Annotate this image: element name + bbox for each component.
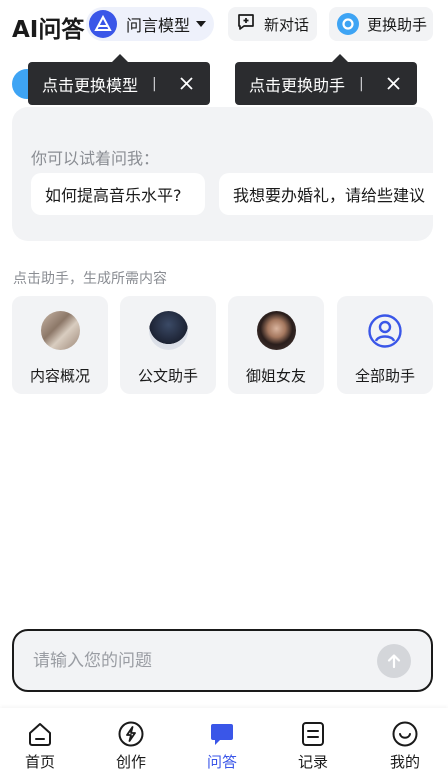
switch-assistant-label: 更换助手 [367, 15, 428, 34]
suggestion-card: 你可以试着问我： 如何提高音乐水平? 我想要办婚礼，请给些建议 [12, 107, 433, 241]
user-circle-icon [366, 311, 405, 350]
assistant-logo-icon [337, 13, 359, 35]
assistant-name: 公文助手 [137, 367, 198, 385]
nav-qa[interactable]: 问答 [192, 720, 252, 772]
assistant-tooltip-text: 点击更换助手 [249, 75, 346, 95]
content-avatar [40, 311, 80, 350]
close-icon[interactable] [179, 76, 194, 91]
new-chat-label: 新对话 [264, 15, 310, 34]
nav-label: 我的 [389, 753, 420, 771]
nav-records[interactable]: 记录 [283, 720, 343, 772]
arrow-up-icon [387, 654, 401, 669]
chat-plus-icon [236, 12, 256, 36]
model-logo-icon [89, 10, 117, 38]
lightning-icon [118, 721, 144, 747]
document-avatar [148, 311, 188, 350]
app-title: AI问答 [12, 17, 85, 43]
assistant-card-document[interactable]: 公文助手 [120, 296, 216, 394]
header: AI问答 问言模型 新对话 更换助手 [0, 0, 448, 50]
assistant-card-all[interactable]: 全部助手 [337, 296, 433, 394]
nav-home[interactable]: 首页 [10, 720, 70, 772]
suggestion-chip[interactable]: 我想要办婚礼，请给些建议 [219, 173, 433, 215]
suggestion-chip[interactable]: 如何提高音乐水平? [31, 173, 205, 215]
close-icon[interactable] [386, 76, 401, 91]
caret-down-icon [196, 21, 207, 27]
model-selector[interactable]: 问言模型 [86, 7, 214, 41]
nav-label: 创作 [115, 753, 146, 771]
tooltip-separator: | [359, 75, 364, 92]
home-icon [29, 723, 51, 746]
assistant-card-girlfriend[interactable]: 御姐女友 [228, 296, 324, 394]
question-input[interactable] [33, 649, 363, 673]
switch-assistant-button[interactable]: 更换助手 [329, 7, 433, 41]
question-input-box [12, 629, 433, 692]
assistant-name: 全部助手 [354, 367, 415, 385]
nav-profile[interactable]: 我的 [375, 720, 435, 772]
send-button[interactable] [377, 644, 411, 678]
assistant-name: 内容概况 [29, 367, 90, 385]
model-tooltip-text: 点击更换模型 [42, 75, 139, 95]
smile-icon [392, 721, 418, 747]
nav-label: 记录 [297, 753, 328, 771]
model-label: 问言模型 [126, 16, 191, 35]
bottom-nav: 首页 创作 问答 记录 我的 [0, 708, 448, 774]
nav-label: 问答 [206, 753, 237, 771]
new-chat-button[interactable]: 新对话 [228, 7, 317, 41]
assistant-name: 御姐女友 [245, 367, 306, 385]
assistant-tooltip: 点击更换助手 | [235, 54, 417, 105]
model-tooltip: 点击更换模型 | [28, 54, 210, 105]
chat-bubble-icon [211, 724, 233, 745]
tooltip-separator: | [152, 75, 157, 92]
nav-create[interactable]: 创作 [101, 720, 161, 772]
list-icon [302, 722, 324, 746]
assistant-card-content-overview[interactable]: 内容概况 [12, 296, 108, 394]
suggestion-title: 你可以试着问我： [31, 149, 160, 168]
girlfriend-avatar [256, 311, 296, 350]
assistants-section-label: 点击助手，生成所需内容 [13, 271, 167, 287]
nav-label: 首页 [24, 753, 55, 771]
